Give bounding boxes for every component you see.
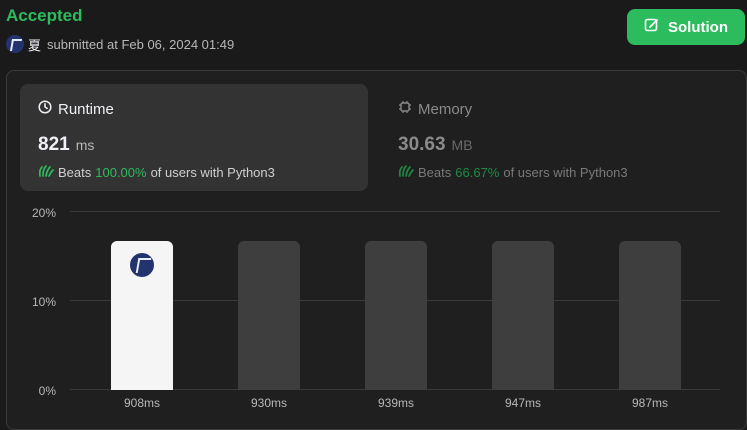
submission-meta: 夏 submitted at Feb 06, 2024 01:49 bbox=[6, 34, 234, 54]
x-tick-label: 947ms bbox=[504, 396, 542, 410]
runtime-beats-suffix: of users with Python3 bbox=[150, 165, 275, 180]
gridline bbox=[70, 211, 720, 212]
y-tick-label: 0% bbox=[38, 384, 56, 398]
memory-value: 30.63 bbox=[398, 134, 446, 155]
memory-title: Memory bbox=[418, 100, 473, 118]
bar[interactable] bbox=[238, 241, 300, 390]
avatar[interactable] bbox=[6, 35, 24, 53]
chip-icon bbox=[398, 100, 412, 118]
memory-beats-label: Beats bbox=[418, 165, 452, 180]
x-tick-label: 939ms bbox=[377, 396, 415, 410]
username[interactable]: 夏 bbox=[28, 35, 41, 54]
memory-beats-percent: 66.67% bbox=[455, 165, 500, 180]
bar[interactable] bbox=[365, 241, 427, 390]
runtime-card[interactable]: Runtime 821 ms Beats 100.00% of users wi… bbox=[20, 84, 368, 191]
bar-current[interactable] bbox=[111, 241, 173, 390]
memory-card[interactable]: Memory 30.63 MB Beats 66.67% of users wi… bbox=[380, 84, 728, 191]
x-tick-label: 987ms bbox=[631, 396, 669, 410]
runtime-title: Runtime bbox=[58, 100, 114, 118]
x-tick-label: 930ms bbox=[250, 396, 288, 410]
bar[interactable] bbox=[492, 241, 554, 390]
runtime-value: 821 bbox=[38, 134, 70, 155]
y-tick-label: 10% bbox=[31, 295, 56, 309]
runtime-unit: ms bbox=[75, 137, 95, 153]
runtime-beats-label: Beats bbox=[58, 165, 92, 180]
clock-icon bbox=[38, 100, 52, 118]
x-tick-label: 908ms bbox=[123, 396, 161, 410]
status-accepted: Accepted bbox=[6, 6, 83, 25]
solution-button[interactable]: Solution bbox=[627, 9, 745, 45]
runtime-beats-percent: 100.00% bbox=[95, 165, 147, 180]
beats-icon bbox=[398, 164, 414, 181]
memory-beats-suffix: of users with Python3 bbox=[503, 165, 628, 180]
y-tick-label: 20% bbox=[31, 206, 56, 220]
edit-icon bbox=[644, 17, 660, 37]
beats-icon bbox=[38, 164, 54, 181]
memory-unit: MB bbox=[451, 137, 473, 153]
bar[interactable] bbox=[619, 241, 681, 390]
solution-label: Solution bbox=[668, 18, 728, 36]
submitted-time: submitted at Feb 06, 2024 01:49 bbox=[47, 36, 235, 52]
avatar bbox=[130, 253, 154, 277]
